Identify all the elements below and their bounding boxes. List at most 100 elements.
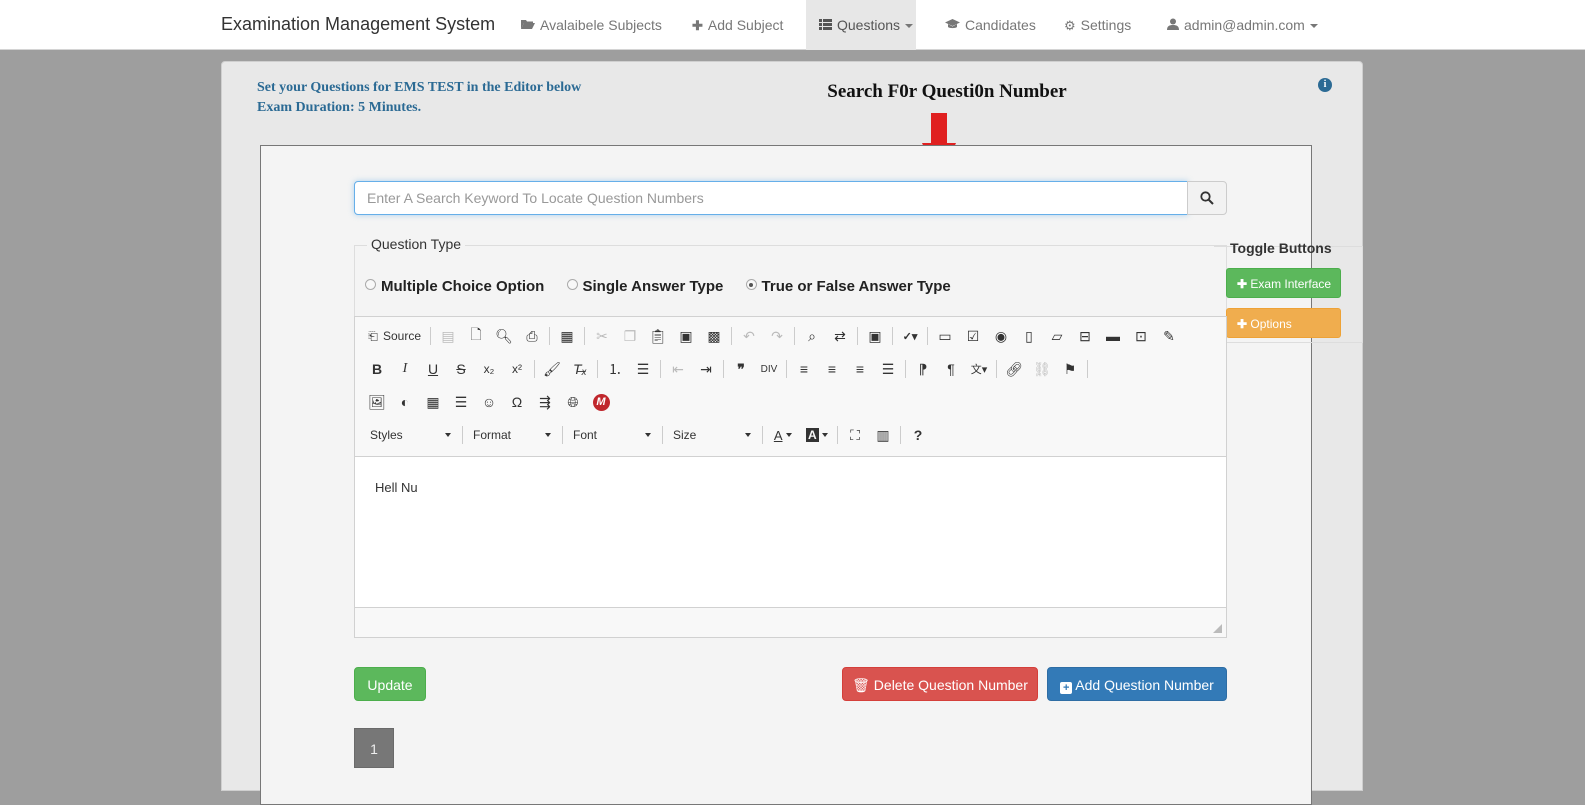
button-field-icon[interactable]: ▬ — [1101, 324, 1125, 348]
checkbox-icon[interactable]: ☑ — [961, 324, 985, 348]
editor-content-area[interactable]: Hell Nu — [355, 456, 1226, 608]
format-dropdown[interactable]: Format — [468, 423, 555, 447]
help-icon[interactable]: ? — [906, 423, 930, 447]
question-search-input[interactable] — [354, 181, 1188, 215]
radio-button-selected[interactable] — [745, 279, 757, 290]
search-button[interactable] — [1187, 181, 1227, 215]
radio-multiple-choice[interactable]: Multiple Choice Option — [365, 278, 544, 295]
textfield-icon[interactable]: ▯ — [1017, 324, 1041, 348]
nav-add-subject[interactable]: ✚ Add Subject — [692, 0, 792, 50]
nav-add-subject-label: Add Subject — [707, 17, 784, 33]
templates-icon[interactable]: ▦ — [555, 324, 579, 348]
image-button-icon[interactable]: ⊡ — [1129, 324, 1153, 348]
editor-content-text[interactable]: Hell Nu — [375, 480, 418, 495]
app-brand[interactable]: Examination Management System — [221, 14, 495, 35]
preview-icon[interactable]: 🔍︎ — [492, 324, 516, 348]
maximize-icon[interactable]: ⛶ — [843, 423, 867, 447]
align-left-icon[interactable]: ≡ — [792, 357, 816, 381]
background-color-icon[interactable]: A — [802, 423, 832, 447]
smiley-icon[interactable]: ☺ — [477, 390, 501, 414]
copy-format-icon[interactable]: 🖌︎ — [540, 357, 564, 381]
add-question-button[interactable]: + Add Question Number — [1047, 667, 1227, 701]
strikethrough-icon[interactable]: S — [449, 357, 473, 381]
text-direction-ltr-icon[interactable]: ⁋ — [911, 357, 935, 381]
italic-icon[interactable]: I — [393, 357, 417, 381]
font-dropdown[interactable]: Font — [568, 423, 655, 447]
textarea-icon[interactable]: ▱ — [1045, 324, 1069, 348]
question-page-number[interactable]: 1 — [354, 728, 394, 768]
blockquote-icon[interactable]: ❞ — [729, 357, 753, 381]
radio-icon[interactable]: ◉ — [989, 324, 1013, 348]
update-button[interactable]: Update — [354, 667, 426, 701]
link-icon[interactable]: 🔗︎ — [1002, 357, 1026, 381]
anchor-flag-icon[interactable]: ⚑ — [1058, 357, 1082, 381]
align-right-icon[interactable]: ≡ — [848, 357, 872, 381]
exam-interface-button[interactable]: ✚ Exam Interface — [1226, 268, 1341, 298]
find-icon[interactable]: ⌕ — [800, 324, 824, 348]
text-color-icon[interactable]: A — [768, 423, 798, 447]
align-justify-icon[interactable]: ☰ — [876, 357, 900, 381]
horizontal-line-icon[interactable]: ☰ — [449, 390, 473, 414]
spellcheck-icon[interactable]: ✓▾ — [898, 324, 922, 348]
image-icon[interactable]: 🖼︎ — [365, 390, 389, 414]
radio-button[interactable] — [365, 279, 376, 290]
hidden-field-icon[interactable]: ✎ — [1157, 324, 1181, 348]
redo-icon[interactable]: ↷ — [765, 324, 789, 348]
styles-dropdown[interactable]: Styles — [365, 423, 455, 447]
delete-question-button[interactable]: 🗑︎ Delete Question Number — [842, 667, 1038, 701]
special-char-icon[interactable]: Ω — [505, 390, 529, 414]
show-blocks-icon[interactable]: ▥ — [871, 423, 895, 447]
select-field-icon[interactable]: ⊟ — [1073, 324, 1097, 348]
print-icon[interactable]: ⎙ — [520, 324, 544, 348]
paste-word-icon[interactable]: ▩ — [702, 324, 726, 348]
cut-icon[interactable]: ✂ — [590, 324, 614, 348]
math-icon[interactable]: M — [589, 390, 613, 414]
paste-text-icon[interactable]: ▣ — [674, 324, 698, 348]
table-icon[interactable]: ▦ — [421, 390, 445, 414]
source-button[interactable]: Source — [383, 329, 421, 343]
resize-handle-icon[interactable] — [1213, 624, 1222, 633]
iframe-icon[interactable]: 🌐︎ — [561, 390, 585, 414]
outdent-icon[interactable]: ⇤ — [666, 357, 690, 381]
radio-true-false[interactable]: True or False Answer Type — [745, 278, 951, 295]
save-icon[interactable]: ▤ — [436, 324, 460, 348]
remove-format-icon[interactable]: T̶ₓ — [568, 357, 592, 381]
nav-settings[interactable]: ⚙ Settings — [1064, 0, 1144, 50]
chevron-down-icon — [545, 433, 551, 437]
toolbar-separator — [597, 360, 598, 378]
bold-icon[interactable]: B — [365, 357, 389, 381]
size-dropdown[interactable]: Size — [668, 423, 755, 447]
text-direction-rtl-icon[interactable]: ¶ — [939, 357, 963, 381]
superscript-icon[interactable]: x² — [505, 357, 529, 381]
indent-icon[interactable]: ⇥ — [694, 357, 718, 381]
nav-questions-dropdown[interactable]: Questions — [806, 0, 916, 50]
select-all-icon[interactable]: ▣ — [863, 324, 887, 348]
unlink-icon[interactable]: ⛓ — [1030, 357, 1054, 381]
options-button[interactable]: ✚ Options — [1226, 308, 1341, 338]
underline-icon[interactable]: U — [421, 357, 445, 381]
radio-button[interactable] — [566, 279, 578, 290]
paste-icon[interactable]: 📋︎ — [646, 324, 670, 348]
info-icon[interactable]: i — [1318, 78, 1332, 92]
source-icon[interactable]: ⎗ — [365, 324, 381, 348]
language-icon[interactable]: 文▾ — [967, 357, 991, 381]
nav-candidates[interactable]: Candidates — [945, 0, 1045, 50]
toolbar-separator — [857, 327, 859, 345]
nav-user-dropdown[interactable]: admin@admin.com — [1167, 0, 1337, 50]
replace-icon[interactable]: ⇄ — [828, 324, 852, 348]
page-break-icon[interactable]: ⇶ — [533, 390, 557, 414]
nav-questions-label: Questions — [837, 17, 901, 33]
exam-info: Set your Questions for EMS TEST in the E… — [257, 78, 581, 118]
div-container-icon[interactable]: DIV — [757, 357, 781, 381]
undo-icon[interactable]: ↶ — [737, 324, 761, 348]
form-icon[interactable]: ▭ — [933, 324, 957, 348]
flash-icon[interactable]: ◐ — [393, 390, 417, 414]
new-page-icon[interactable]: 🗋 — [464, 324, 488, 348]
nav-available-subjects[interactable]: Avalaibele Subjects — [521, 0, 671, 50]
bulleted-list-icon[interactable]: ☰ — [631, 357, 655, 381]
copy-icon[interactable]: ❐ — [618, 324, 642, 348]
align-center-icon[interactable]: ≡ — [820, 357, 844, 381]
numbered-list-icon[interactable]: ⒈ — [603, 357, 627, 381]
subscript-icon[interactable]: x₂ — [477, 357, 501, 381]
radio-single-answer[interactable]: Single Answer Type — [566, 278, 723, 295]
